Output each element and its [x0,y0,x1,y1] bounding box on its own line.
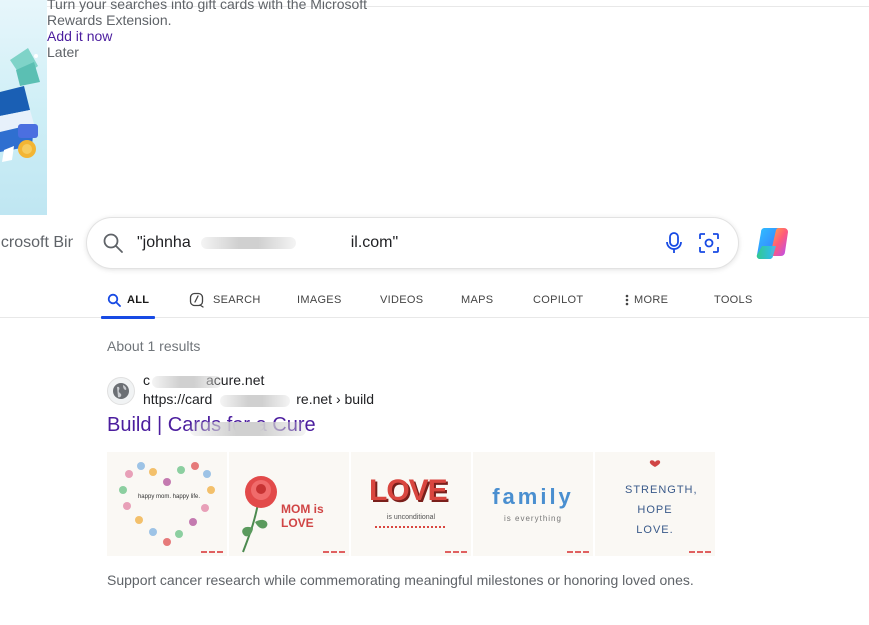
result-image[interactable]: LOVE is unconditional [351,452,471,556]
visual-search-icon[interactable] [698,232,720,254]
tab-maps[interactable]: MAPS [455,282,499,317]
tab-search-label: SEARCH [213,293,261,306]
image-subcaption: is everything [504,514,562,523]
result-image[interactable]: MOM is LOVE [229,452,349,556]
result-image[interactable]: STRENGTH, HOPE LOVE. [595,452,715,556]
image-caption: STRENGTH, HOPE LOVE. [625,484,698,536]
tab-tools-label: TOOLS [714,293,753,306]
tab-more-label: MORE [634,293,669,306]
promo-message-line1: Turn your searches into gift cards with … [47,0,368,12]
tab-all[interactable]: ALL [101,282,156,319]
tab-copilot[interactable]: COPILOT [527,282,589,317]
bing-logo-text: Microsoft Bing [0,234,73,251]
microphone-icon[interactable] [663,231,685,255]
search-box[interactable] [87,218,738,268]
redaction-mark [190,422,306,436]
image-caption: happy mom. happy life. [137,494,201,500]
redaction-mark [152,376,222,388]
globe-icon [113,383,129,399]
tab-more[interactable]: MORE [619,282,674,317]
copilot-search-icon [189,292,204,308]
rewards-promo-illustration [0,0,47,215]
tab-images[interactable]: IMAGES [291,282,348,317]
copilot-icon[interactable] [754,224,792,262]
add-extension-link[interactable]: Add it now [47,28,112,44]
result-image[interactable]: family is everything [473,452,593,556]
redaction-mark [201,237,296,249]
result-image-strip: happy mom. happy life. MOM is LOVE LOVE … [107,452,716,556]
image-decoration [445,551,467,553]
kebab-icon [625,294,629,305]
tab-tools[interactable]: TOOLS [708,282,759,317]
rewards-promo: Turn your searches into gift cards with … [47,0,407,60]
search-icon [103,233,123,253]
image-decoration [323,551,345,553]
result-image[interactable]: happy mom. happy life. [107,452,227,556]
site-favicon[interactable] [107,377,135,405]
tab-all-label: ALL [127,293,150,306]
result-snippet: Support cancer research while commemorat… [107,572,694,588]
tab-search[interactable]: SEARCH [183,282,267,317]
image-decoration [375,526,445,528]
tab-images-label: IMAGES [297,293,342,306]
image-caption: LOVE [369,474,448,507]
image-caption: family [492,484,574,509]
tab-maps-label: MAPS [461,293,494,306]
search-icon [107,293,121,307]
bing-logo[interactable]: Microsoft Bing [0,234,73,252]
promo-message-line2: Rewards Extension. [47,12,172,28]
image-caption: MOM is LOVE [281,502,324,530]
redaction-mark [220,395,290,407]
result-count: About 1 results [107,338,201,354]
image-decoration [567,551,589,553]
image-decoration [689,551,711,553]
image-decoration [201,551,223,553]
tab-copilot-label: COPILOT [533,293,584,306]
later-button[interactable]: Later [47,44,79,60]
tab-videos[interactable]: VIDEOS [374,282,429,317]
image-subcaption: is unconditional [386,514,436,521]
tab-videos-label: VIDEOS [380,293,424,306]
scope-tabs: ALL SEARCH IMAGES VIDEOS MAPS COPILOT MO… [0,282,869,319]
